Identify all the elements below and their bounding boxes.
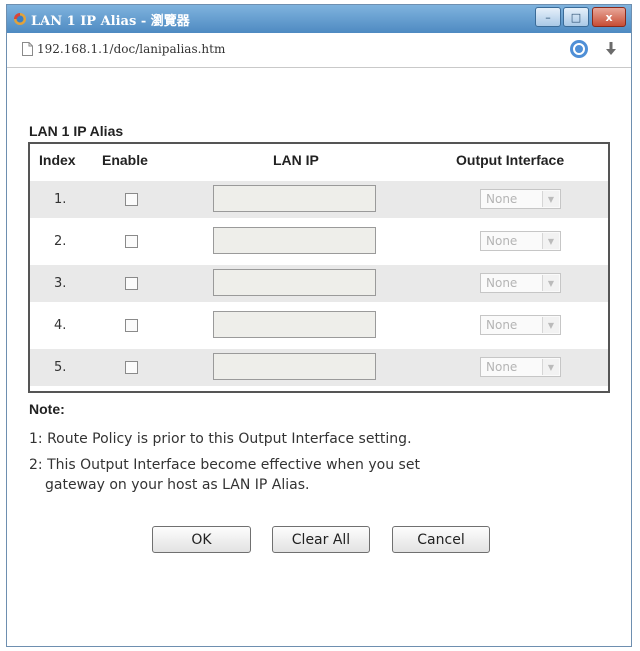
enable-checkbox[interactable]	[125, 235, 138, 248]
column-header-output-interface: Output Interface	[456, 152, 565, 168]
note-line: 2: This Output Interface become effectiv…	[29, 457, 420, 473]
row-index: 3.	[54, 276, 67, 291]
column-header-index: Index	[39, 152, 76, 168]
note-line: 1: Route Policy is prior to this Output …	[29, 431, 412, 447]
output-interface-select[interactable]: None ▼	[480, 231, 561, 251]
enable-checkbox[interactable]	[125, 277, 138, 290]
url-text[interactable]: 192.168.1.1/doc/lanipalias.htm	[37, 42, 225, 56]
output-interface-select[interactable]: None ▼	[480, 357, 561, 377]
column-header-lan-ip: LAN IP	[273, 152, 319, 168]
table-row: 5. None ▼	[30, 349, 608, 386]
enable-checkbox[interactable]	[125, 319, 138, 332]
ip-alias-table: Index Enable LAN IP Output Interface 1. …	[28, 142, 610, 393]
lan-ip-input[interactable]	[213, 185, 376, 212]
chevron-down-icon: ▼	[542, 233, 559, 249]
output-interface-value: None	[486, 276, 518, 290]
enable-checkbox[interactable]	[125, 193, 138, 206]
window-title: LAN 1 IP Alias - 瀏覽器	[31, 14, 190, 29]
chevron-down-icon: ▼	[542, 359, 559, 375]
row-index: 2.	[54, 234, 67, 249]
lan-ip-input[interactable]	[213, 311, 376, 338]
close-icon: x	[605, 10, 613, 24]
output-interface-select[interactable]: None ▼	[480, 315, 561, 335]
lan-ip-input[interactable]	[213, 227, 376, 254]
lan-ip-input[interactable]	[213, 269, 376, 296]
chevron-down-icon: ▼	[542, 191, 559, 207]
chevron-down-icon: ▼	[542, 275, 559, 291]
clear-all-button[interactable]: Clear All	[272, 526, 370, 553]
note-line: gateway on your host as LAN IP Alias.	[45, 477, 310, 493]
close-button[interactable]: x	[592, 7, 626, 27]
lan-ip-input[interactable]	[213, 353, 376, 380]
row-index: 1.	[54, 192, 67, 207]
browser-app-icon	[14, 13, 26, 25]
maximize-button[interactable]: □	[563, 7, 589, 27]
cancel-button[interactable]: Cancel	[392, 526, 490, 553]
minimize-button[interactable]: –	[535, 7, 561, 27]
title-bar[interactable]: LAN 1 IP Alias - 瀏覽器 – □ x	[7, 5, 631, 33]
note-title: Note:	[29, 401, 65, 417]
row-index: 4.	[54, 318, 67, 333]
output-interface-value: None	[486, 360, 518, 374]
address-bar: 192.168.1.1/doc/lanipalias.htm	[7, 33, 631, 68]
table-row: 1. None ▼	[30, 181, 608, 218]
info-icon[interactable]	[569, 39, 589, 59]
table-row: 2. None ▼	[30, 223, 608, 260]
minimize-icon: –	[545, 10, 551, 24]
page-icon	[22, 42, 33, 56]
output-interface-select[interactable]: None ▼	[480, 189, 561, 209]
output-interface-value: None	[486, 234, 518, 248]
output-interface-select[interactable]: None ▼	[480, 273, 561, 293]
output-interface-value: None	[486, 192, 518, 206]
popup-window: LAN 1 IP Alias - 瀏覽器 – □ x 192.168.1.1/d…	[6, 4, 632, 647]
row-index: 5.	[54, 360, 67, 375]
download-icon[interactable]	[603, 40, 619, 58]
table-row: 3. None ▼	[30, 265, 608, 302]
maximize-icon: □	[570, 10, 582, 24]
column-header-enable: Enable	[102, 152, 148, 168]
chevron-down-icon: ▼	[542, 317, 559, 333]
enable-checkbox[interactable]	[125, 361, 138, 374]
table-row: 4. None ▼	[30, 307, 608, 344]
section-title: LAN 1 IP Alias	[29, 123, 124, 139]
output-interface-value: None	[486, 318, 518, 332]
ok-button[interactable]: OK	[152, 526, 251, 553]
